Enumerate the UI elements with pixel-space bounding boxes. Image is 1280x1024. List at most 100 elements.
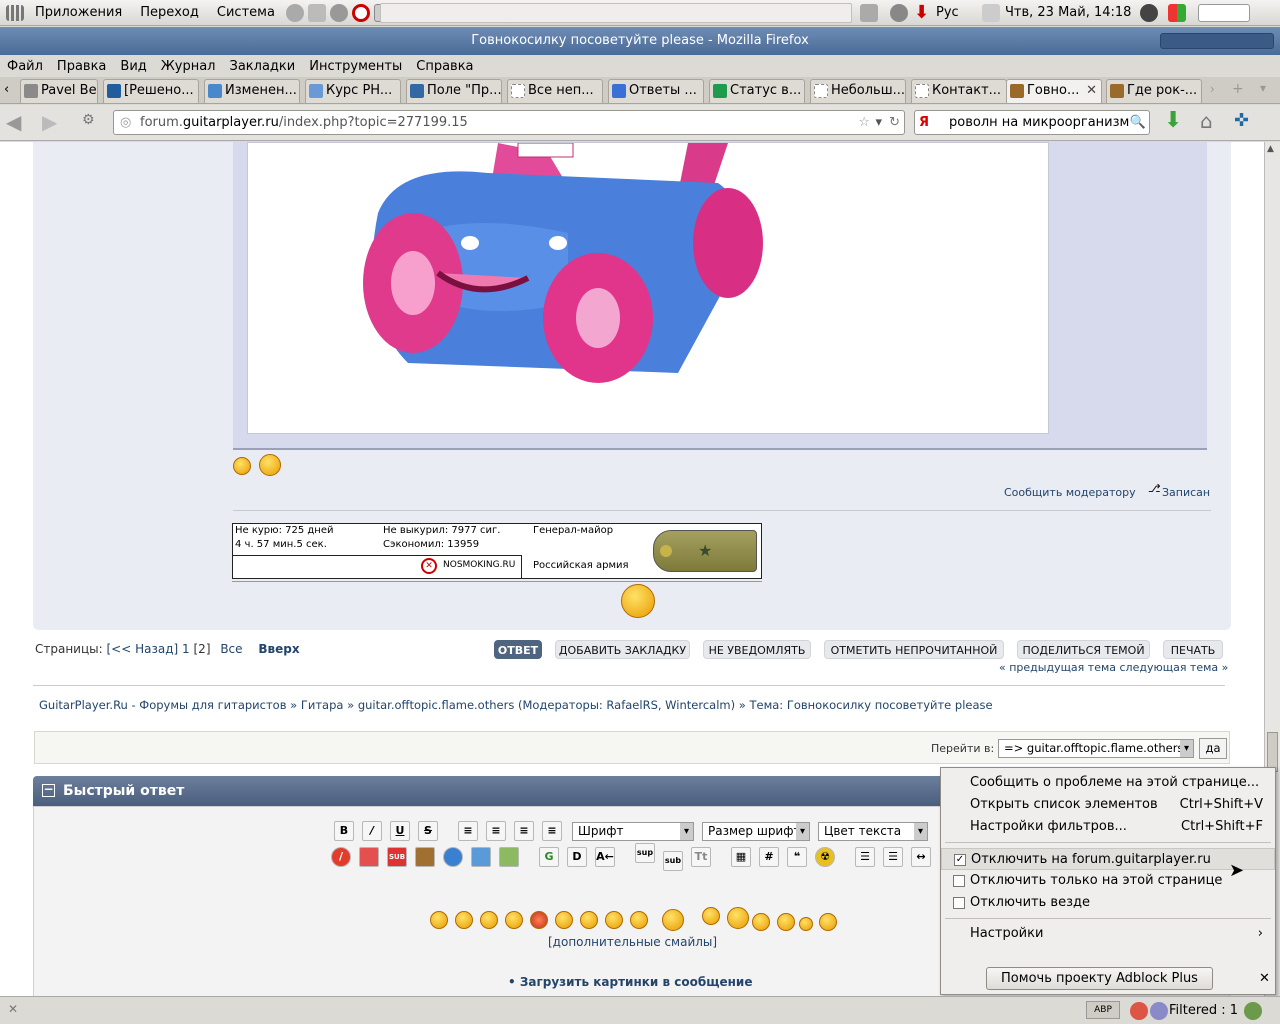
unnotify-button[interactable]: НЕ УВЕДОМЛЯТЬ [703,640,811,659]
smiley-icon[interactable] [727,907,749,929]
windows-icon[interactable] [1168,4,1186,22]
tab[interactable]: Изменен... [204,79,300,103]
tab[interactable]: Ответы ... [608,79,704,103]
menu-view[interactable]: Вид [113,59,153,74]
italic-button[interactable]: / [362,821,382,841]
report-moderator-link[interactable]: Сообщить модератору [1004,486,1136,499]
tab-list-icon[interactable]: ▾ [1260,81,1266,95]
numbered-list-button[interactable]: ☰ [883,847,903,867]
network-icon[interactable] [890,4,908,22]
scroll-thumb[interactable] [1267,732,1278,772]
keyboard-layout-indicator[interactable]: Рус [936,5,959,20]
menu-file[interactable]: Файл [0,59,50,74]
menu-filter-settings[interactable]: Настройки фильтров... Ctrl+Shift+F [941,816,1275,838]
menu-tools[interactable]: Инструменты [302,59,409,74]
smiley-icon[interactable] [605,911,623,929]
add-bookmark-button[interactable]: ДОБАВИТЬ ЗАКЛАДКУ [555,640,690,659]
close-findbar-icon[interactable]: ✕ [8,1002,18,1016]
power-icon[interactable] [351,3,370,22]
code-button[interactable]: # [759,847,779,867]
smiley-icon[interactable] [819,913,837,931]
scroll-up-icon[interactable]: ▲ [1267,144,1274,154]
addon-icon[interactable]: ✜ [1234,110,1249,131]
settings-launcher-icon[interactable] [329,3,348,22]
sunglasses-smiley-icon[interactable] [630,911,648,929]
menu-settings[interactable]: Настройки › [941,923,1275,945]
globe-launcher-icon[interactable] [285,3,304,22]
tab[interactable]: Поле "Пр... [406,79,502,103]
tab[interactable]: [Решено... [103,79,199,103]
tab-scroll-right-icon[interactable]: › [1210,82,1215,96]
radiation-button[interactable]: ☢ [815,847,835,867]
url-dropdown-icon[interactable]: ▾ [875,111,882,134]
applications-menu[interactable]: Приложения [26,5,131,20]
search-icon[interactable]: 🔍 [1129,111,1146,134]
collapse-icon[interactable]: − [42,783,55,797]
google-button[interactable]: G [539,847,559,867]
clock[interactable]: Чтв, 23 Май, 14:18 [1005,5,1131,20]
smiley-icon[interactable] [662,909,684,931]
tab-scroll-left-icon[interactable]: ‹ [4,82,9,97]
font-size-select[interactable]: Размер шрифта [702,822,810,841]
upload-images-link[interactable]: • Загрузить картинки в сообщение [508,975,752,989]
back-icon[interactable]: ◀ [6,110,21,134]
smiley-icon[interactable] [430,911,448,929]
tab[interactable]: Где рок-... [1106,79,1202,103]
print-button[interactable]: ПЕЧАТЬ [1163,640,1223,659]
download-arrow-icon[interactable]: ⬇ [914,2,929,23]
font-select[interactable]: Шрифт [572,822,694,841]
menu-open-elements[interactable]: Открыть список элементов Ctrl+Shift+V [941,794,1275,816]
table-button[interactable]: ▦ [731,847,751,867]
breadcrumb-site[interactable]: GuitarPlayer.Ru - Форумы для гитаристов [39,698,287,712]
justify-button[interactable]: ≡ [542,821,562,841]
bold-button[interactable]: B [334,821,354,841]
new-tab-icon[interactable]: + [1232,81,1244,97]
smiley-icon[interactable] [505,911,523,929]
jump-go-button[interactable]: да [1199,738,1227,759]
flash-button[interactable]: / [331,847,351,867]
tab[interactable]: Курс PH... [305,79,401,103]
image-button[interactable] [415,847,435,867]
smiley-icon[interactable] [580,911,598,929]
menu-disable-page[interactable]: Отключить только на этой странице [941,870,1275,892]
bullet-list-button[interactable]: ☰ [855,847,875,867]
system-menu[interactable]: Система [208,5,284,20]
youtube-button[interactable] [359,847,379,867]
sub-button[interactable]: SUB [387,847,407,867]
more-smileys-link[interactable]: [дополнительные смайлы] [548,935,717,949]
workspace-switcher[interactable] [1198,4,1250,22]
hr-button[interactable]: ↔ [911,847,931,867]
menu-disable-everywhere[interactable]: Отключить везде [941,892,1275,914]
adblock-icon[interactable]: ABP [1086,1001,1120,1019]
d-button[interactable]: D [567,847,587,867]
status-bug-icon[interactable] [1244,1002,1262,1020]
url-bar[interactable]: ◎ forum.guitarplayer.ru/index.php?topic=… [113,110,905,135]
smiley-icon[interactable] [455,911,473,929]
search-bar[interactable]: Я роволн на микроорганизмы 🔍 [914,110,1150,135]
menu-help[interactable]: Справка [409,59,480,74]
underline-button[interactable]: U [390,821,410,841]
all-pages-link[interactable]: Все [220,642,242,656]
prev-page-link[interactable]: [<< Назад] [107,642,179,656]
smiley-icon[interactable] [752,913,770,931]
smiley-icon[interactable] [777,913,795,931]
menu-report-problem[interactable]: Сообщить о проблеме на этой странице... [941,772,1275,794]
places-menu[interactable]: Переход [131,5,208,20]
menu-bookmarks[interactable]: Закладки [223,59,303,74]
mail-launcher-icon[interactable] [307,3,326,22]
mark-unread-button[interactable]: ОТМЕТИТЬ НЕПРОЧИТАННОЙ [824,640,1004,659]
menu-edit[interactable]: Правка [50,59,113,74]
search-input[interactable]: роволн на микроорганизмы [949,115,1140,130]
reply-button[interactable]: ОТВЕТ [494,640,542,659]
page-1-link[interactable]: 1 [182,642,190,656]
align-right-button[interactable]: ≡ [514,821,534,841]
indent-button[interactable]: A← [595,847,615,867]
volume-icon[interactable] [860,4,878,22]
text-color-select[interactable]: Цвет текста [818,822,928,841]
smiley-icon[interactable] [530,911,548,929]
teletype-button[interactable]: Tt [691,847,711,867]
yandex-engine-icon[interactable]: Я [919,111,929,134]
nosmoking-banner[interactable]: Не курю: 725 дней 4 ч. 57 мин.5 сек. Не … [232,523,762,579]
strike-button[interactable]: S [418,821,438,841]
history-icon[interactable]: ⚙ [82,112,95,128]
